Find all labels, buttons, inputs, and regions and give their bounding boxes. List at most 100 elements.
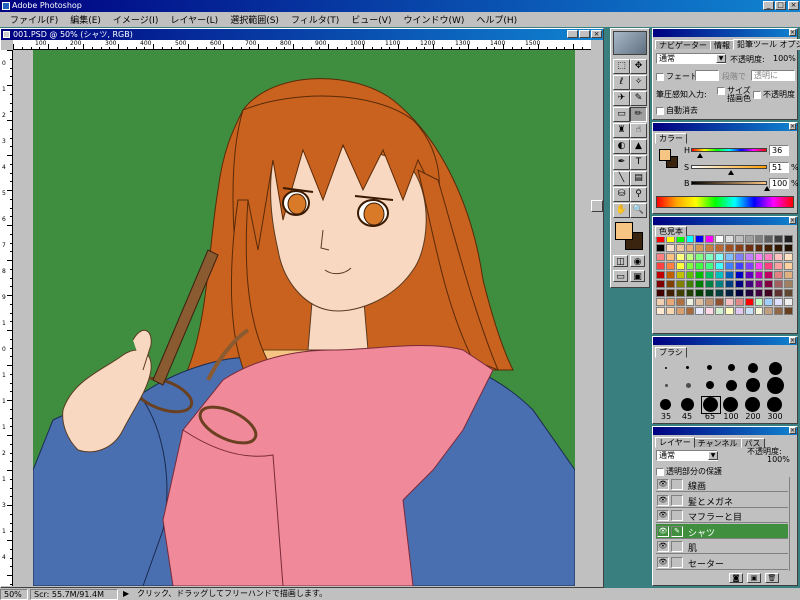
layer-blend-dropdown-icon[interactable]: ▼ — [708, 451, 718, 460]
photoshop-logo-icon[interactable] — [613, 31, 647, 55]
panel-titlebar[interactable]: × — [653, 123, 797, 131]
menu-view[interactable]: ビュー(V) — [345, 13, 397, 26]
color-swatch[interactable] — [784, 271, 793, 279]
color-swatch[interactable] — [734, 253, 744, 261]
layer-link-icon[interactable] — [671, 494, 683, 506]
layer-visibility-eye-icon[interactable]: 👁 — [657, 556, 669, 568]
color-swatch[interactable] — [715, 271, 724, 279]
color-swatch[interactable] — [754, 262, 764, 270]
doc-maximize-button[interactable] — [579, 30, 590, 38]
layer-link-icon[interactable] — [671, 510, 683, 521]
color-swatch[interactable] — [656, 307, 665, 315]
brush-soft-17[interactable] — [726, 380, 737, 391]
color-swatch[interactable] — [734, 235, 744, 243]
brush-tip-200[interactable] — [745, 397, 760, 412]
color-swatch[interactable] — [665, 253, 675, 261]
color-swatch[interactable] — [656, 289, 665, 297]
tab-navigator[interactable]: ナビゲーター — [655, 40, 711, 50]
color-swatch[interactable] — [715, 289, 724, 297]
color-swatch[interactable] — [784, 298, 793, 306]
color-swatch[interactable] — [734, 307, 744, 315]
layer-visibility-eye-icon[interactable]: 👁 — [657, 510, 669, 521]
color-swatch[interactable] — [656, 262, 665, 270]
color-swatch[interactable] — [734, 271, 744, 279]
brush-tip-100[interactable] — [723, 397, 738, 412]
menu-edit[interactable]: 編集(E) — [64, 13, 107, 26]
brush-soft-9[interactable] — [686, 383, 691, 388]
pressure-size-checkbox[interactable] — [717, 86, 725, 95]
color-swatch[interactable] — [754, 307, 764, 315]
panel-close-button[interactable]: × — [789, 29, 796, 36]
pressure-opacity-checkbox[interactable] — [753, 90, 761, 99]
color-swatch[interactable] — [665, 307, 675, 315]
document-titlebar[interactable]: 001.PSD @ 50% (シャツ, RGB) × — [1, 29, 603, 40]
status-arrow-icon[interactable]: ▶ — [120, 589, 132, 600]
auto-erase-checkbox[interactable] — [656, 106, 664, 115]
canvas-area[interactable] — [13, 50, 591, 586]
color-swatch[interactable] — [784, 289, 793, 297]
color-swatch[interactable] — [715, 298, 724, 306]
color-swatch[interactable] — [754, 280, 764, 288]
tab-layers[interactable]: レイヤー — [655, 437, 695, 448]
marquee-tool-icon[interactable]: ⬚ — [613, 59, 630, 74]
color-swatch[interactable] — [715, 235, 724, 243]
standard-screen-icon[interactable]: ▭ — [613, 270, 628, 282]
color-swatch[interactable] — [675, 244, 685, 252]
color-swatch[interactable] — [705, 235, 715, 243]
new-layer-button[interactable]: ▣ — [747, 573, 761, 583]
lasso-tool-icon[interactable]: ℓ — [613, 75, 630, 90]
color-swatch[interactable] — [724, 307, 734, 315]
magic-wand-tool-icon[interactable]: ✧ — [630, 75, 647, 90]
saturation-slider[interactable] — [691, 165, 767, 169]
full-screen-icon[interactable]: ▣ — [630, 270, 645, 282]
color-swatch[interactable] — [675, 271, 685, 279]
brush-soft-21[interactable] — [746, 378, 760, 392]
zoom-level[interactable]: 50% — [0, 588, 28, 600]
layer-visibility-eye-icon[interactable]: 👁 — [657, 494, 669, 506]
color-swatch[interactable] — [774, 262, 784, 270]
menu-image[interactable]: イメージ(I) — [107, 13, 165, 26]
color-swatch[interactable] — [675, 253, 685, 261]
color-swatch[interactable] — [754, 271, 764, 279]
menu-file[interactable]: ファイル(F) — [4, 13, 64, 26]
brush-tip-35[interactable] — [660, 399, 671, 410]
color-swatch[interactable] — [724, 271, 734, 279]
color-swatch[interactable] — [784, 235, 793, 243]
delete-layer-button[interactable]: 🗑 — [765, 573, 779, 583]
opacity-value[interactable]: 100% — [773, 54, 796, 63]
layer-visibility-eye-icon[interactable]: 👁 — [657, 525, 669, 537]
tab-color[interactable]: カラー — [655, 133, 687, 144]
doc-minimize-button[interactable] — [567, 30, 578, 38]
vertical-scrollbar[interactable] — [591, 50, 603, 586]
panel-titlebar[interactable]: × — [653, 337, 797, 345]
panel-close-button[interactable]: × — [789, 337, 796, 344]
panel-close-button[interactable]: × — [789, 217, 796, 224]
menu-window[interactable]: ウインドウ(W) — [397, 13, 470, 26]
panel-close-button[interactable]: × — [789, 427, 796, 434]
pen-tool-icon[interactable]: ✒ — [613, 155, 630, 170]
menu-select[interactable]: 選択範囲(S) — [224, 13, 285, 26]
pencil-tool-icon[interactable]: ✏ — [630, 107, 647, 122]
color-swatch[interactable] — [675, 289, 685, 297]
brightness-slider[interactable] — [691, 181, 767, 185]
layer-visibility-eye-icon[interactable]: 👁 — [657, 479, 669, 490]
saturation-slider-thumb[interactable] — [728, 170, 734, 175]
fade-steps-input[interactable] — [695, 70, 719, 81]
tab-info[interactable]: 情報 — [710, 40, 734, 50]
menu-layer[interactable]: レイヤー(L) — [164, 13, 224, 26]
color-swatch[interactable] — [754, 253, 764, 261]
preserve-transparency-checkbox[interactable] — [656, 467, 664, 476]
brush-tip-3[interactable] — [686, 366, 689, 369]
eyedropper-tool-icon[interactable]: ⚲ — [630, 187, 647, 202]
panel-titlebar[interactable]: × — [653, 427, 797, 435]
color-swatch[interactable] — [695, 280, 705, 288]
color-swatch[interactable] — [724, 262, 734, 270]
color-swatch[interactable] — [724, 253, 734, 261]
color-swatch[interactable] — [715, 280, 724, 288]
layer-brush-icon[interactable]: ✎ — [671, 525, 683, 537]
color-swatch[interactable] — [744, 235, 754, 243]
brush-tip-13[interactable] — [748, 363, 758, 373]
scratch-size[interactable]: Scr: 55.7M/91.4M — [30, 588, 118, 600]
color-swatch[interactable] — [774, 307, 784, 315]
color-foreground-swatch[interactable] — [659, 149, 671, 161]
